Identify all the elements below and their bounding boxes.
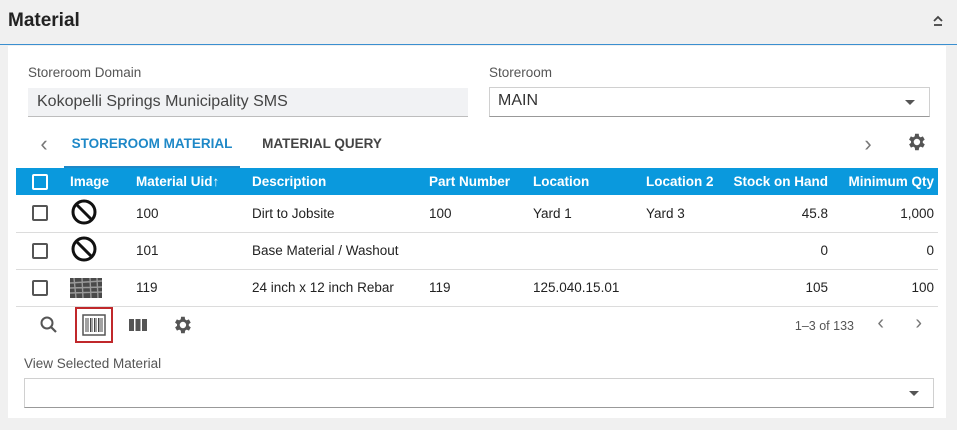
cell-uid: 100 [132,195,248,233]
col-material-uid[interactable]: Material Uid↑ [132,168,248,195]
cell-minimum-qty: 1,000 [832,195,938,233]
row-checkbox[interactable] [32,205,48,222]
columns-icon [129,319,147,331]
table-settings-button[interactable] [165,308,199,342]
section-header: Material [0,0,957,45]
table-header-row: Image Material Uid↑ Description Part Num… [16,168,938,195]
cell-location [529,232,642,270]
cell-minimum-qty: 0 [832,232,938,270]
previous-page-icon[interactable]: ‹ [877,312,884,335]
no-image-icon [66,195,132,233]
material-card: Storeroom Domain Kokopelli Springs Munic… [8,46,946,418]
tabs-scroll-right-icon[interactable]: › [856,124,880,164]
cell-part-number: 119 [425,269,529,307]
cell-part-number: 100 [425,195,529,233]
view-selected-material-label: View Selected Material [24,356,162,371]
no-image-icon [66,232,132,270]
col-location[interactable]: Location [529,168,642,195]
row-checkbox[interactable] [32,242,48,259]
table-row[interactable]: 101 Base Material / Washout 0 0 [16,232,938,270]
cell-minimum-qty: 100 [832,269,938,307]
storeroom-label: Storeroom [489,65,553,80]
col-material-uid-label: Material Uid [136,174,213,189]
cell-location-2 [642,232,728,270]
cell-description: Base Material / Washout [248,232,425,270]
cell-part-number [425,232,529,270]
tab-bar: ‹ STOREROOM MATERIAL MATERIAL QUERY › [16,124,938,168]
cell-description: Dirt to Jobsite [248,195,425,233]
material-table: Image Material Uid↑ Description Part Num… [16,168,938,307]
next-page-icon[interactable]: › [915,312,922,335]
cell-stock-on-hand: 45.8 [728,195,832,233]
pagination-range: 1–3 of 133 [794,319,854,333]
section-title: Material [8,10,80,31]
tab-storeroom-material[interactable]: STOREROOM MATERIAL [64,124,240,168]
col-description[interactable]: Description [248,168,425,195]
cell-uid: 119 [132,269,248,307]
search-button[interactable] [32,308,66,342]
storeroom-domain-label: Storeroom Domain [28,65,142,80]
gear-icon [175,316,191,334]
collapse-icon[interactable] [931,14,945,28]
cell-location-2: Yard 3 [642,195,728,233]
col-image[interactable]: Image [66,168,132,195]
chevron-down-icon [905,100,915,105]
cell-location: 125.040.15.01 [529,269,642,307]
cell-location-2 [642,269,728,307]
cell-description: 24 inch x 12 inch Rebar [248,269,425,307]
barcode-icon [82,314,106,336]
storeroom-select[interactable]: MAIN [489,87,930,117]
columns-button[interactable] [121,308,155,342]
table-toolbar: 1–3 of 133 ‹ › [16,304,938,344]
tab-material-query[interactable]: MATERIAL QUERY [252,124,392,168]
cell-stock-on-hand: 0 [728,232,832,270]
storeroom-value: MAIN [498,92,538,109]
search-icon [40,316,57,333]
sort-ascending-icon: ↑ [212,174,220,189]
col-part-number[interactable]: Part Number [425,168,529,195]
col-location-2[interactable]: Location 2 [642,168,728,195]
table-row[interactable]: 119 24 inch x 12 inch Rebar 119 125.040.… [16,269,938,307]
chevron-down-icon [909,391,919,396]
col-minimum-qty[interactable]: Minimum Qty [832,168,938,195]
rebar-thumbnail [66,269,132,307]
cell-location: Yard 1 [529,195,642,233]
table-row[interactable]: 100 Dirt to Jobsite 100 Yard 1 Yard 3 45… [16,195,938,233]
select-all-checkbox[interactable] [16,168,66,195]
cell-stock-on-hand: 105 [728,269,832,307]
view-selected-material-select[interactable] [24,378,934,408]
tabs-scroll-left-icon[interactable]: ‹ [32,124,56,164]
tab-settings-gear-icon[interactable] [905,131,927,153]
storeroom-domain-field: Kokopelli Springs Municipality SMS [28,88,468,117]
checkbox[interactable] [32,173,48,190]
barcode-button[interactable] [75,307,113,343]
cell-uid: 101 [132,232,248,270]
row-checkbox[interactable] [32,279,48,296]
col-stock-on-hand[interactable]: Stock on Hand [728,168,832,195]
